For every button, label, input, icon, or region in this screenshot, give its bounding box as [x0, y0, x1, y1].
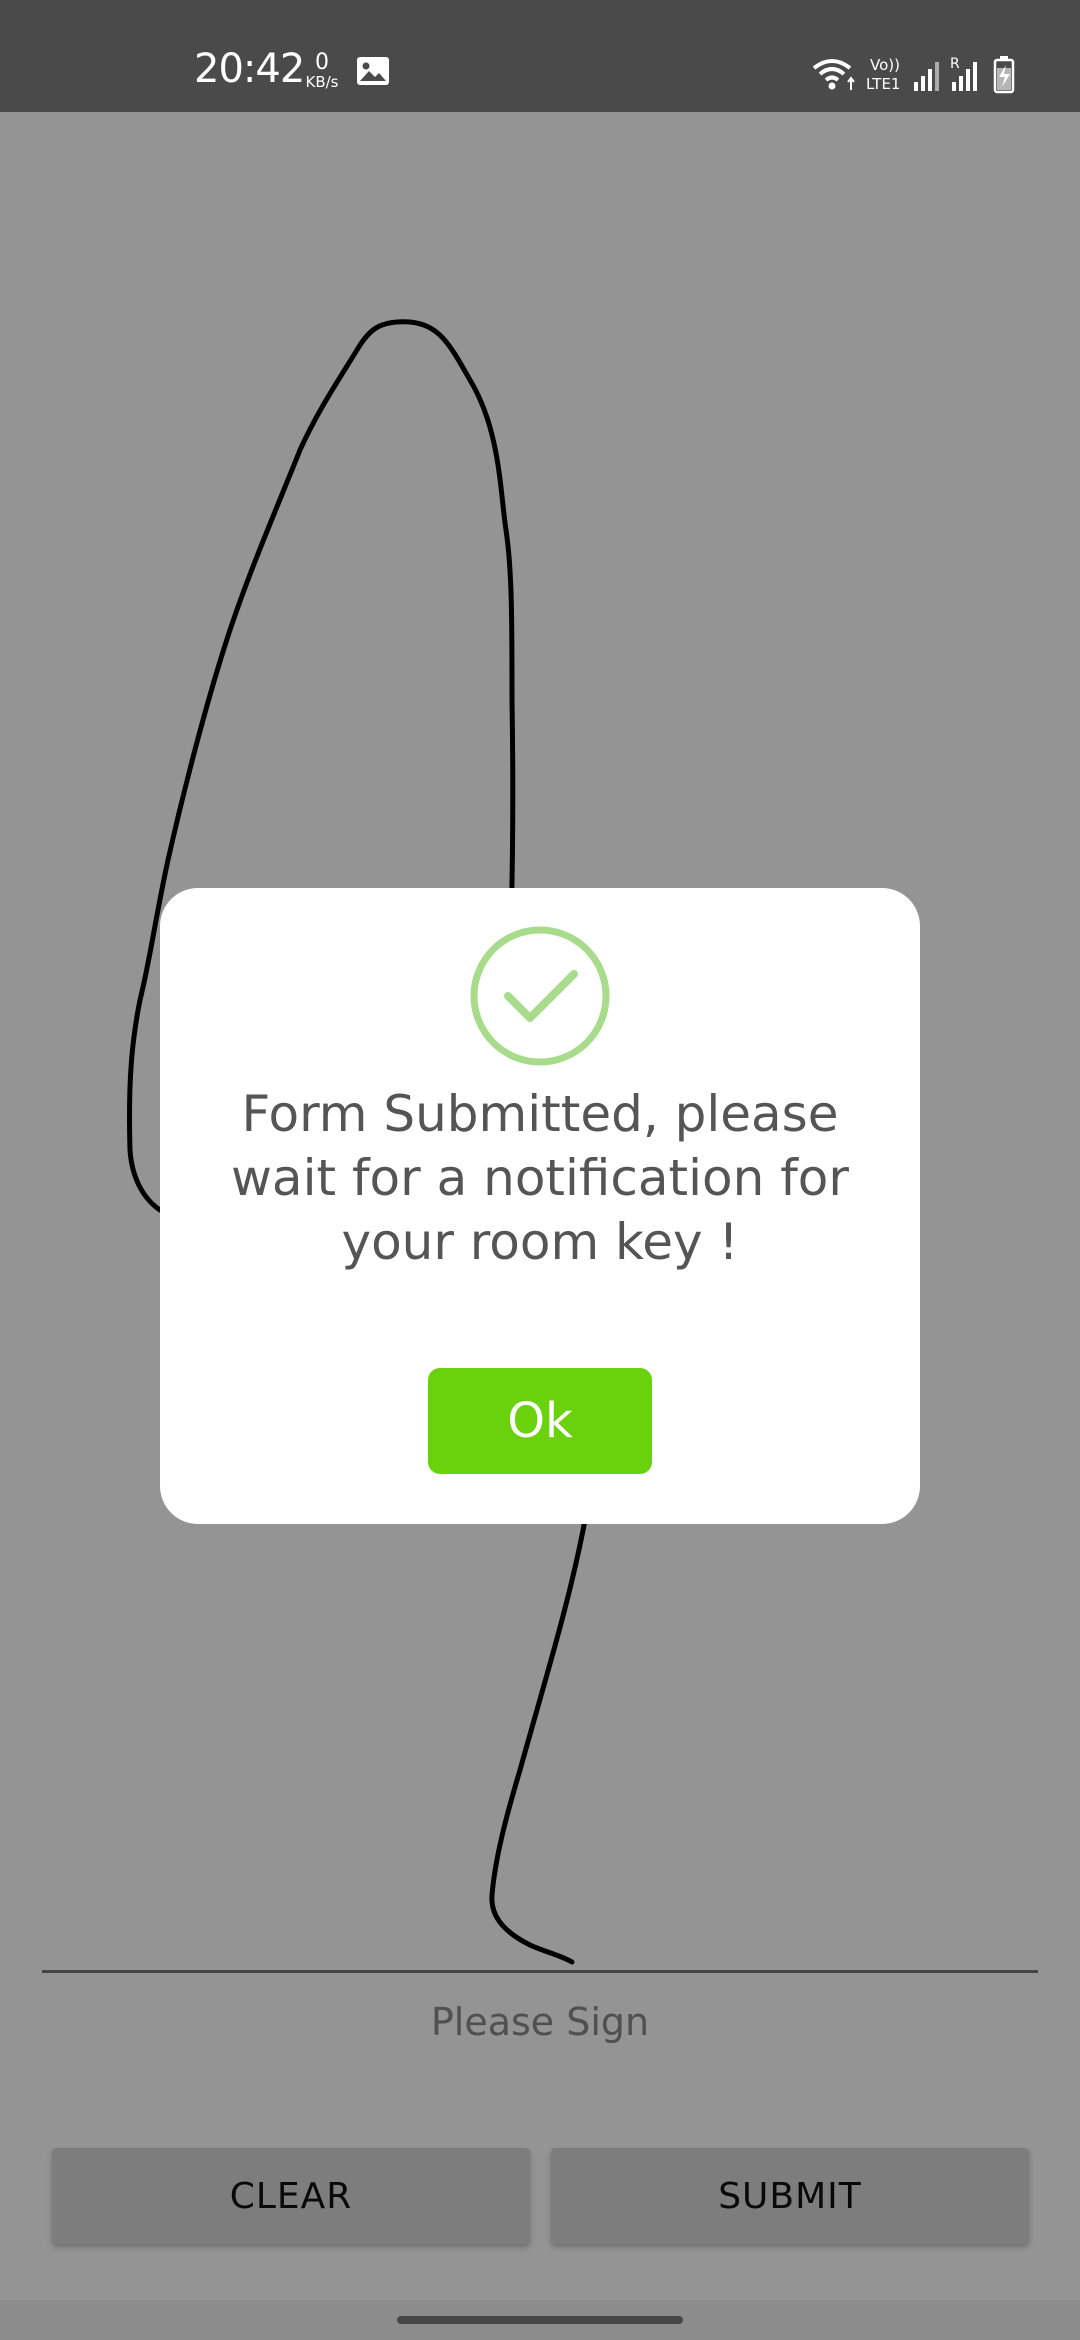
volte-label-top: Vo))	[870, 56, 900, 74]
network-speed-value: 0	[315, 50, 329, 75]
success-dialog: Form Submitted, please wait for a notifi…	[160, 888, 920, 1524]
status-icons-group: Vo)) LTE1 R	[812, 56, 1015, 94]
volte-label-bottom: LTE1	[866, 75, 900, 93]
roaming-label: R	[950, 56, 960, 72]
dialog-message: Form Submitted, please wait for a notifi…	[231, 1085, 849, 1271]
battery-charging-icon	[993, 56, 1015, 94]
ok-button[interactable]: Ok	[428, 1368, 652, 1474]
signal-sim2-roaming-icon: R	[950, 56, 977, 91]
checkmark-circle-icon	[470, 926, 610, 1066]
image-notification-icon	[357, 57, 389, 85]
status-bar: 20:42 0 KB/s Vo)) LTE1 R	[0, 0, 1080, 112]
status-time: 20:42	[194, 46, 305, 92]
screen: 20:42 0 KB/s Vo)) LTE1 R Please Sign CLE…	[0, 0, 1080, 2340]
wifi-icon	[812, 59, 855, 90]
signal-sim1-icon	[914, 62, 939, 91]
volte-lte1-icon: Vo)) LTE1	[866, 56, 900, 93]
network-speed: 0 KB/s	[302, 52, 342, 90]
network-speed-unit: KB/s	[305, 73, 339, 91]
